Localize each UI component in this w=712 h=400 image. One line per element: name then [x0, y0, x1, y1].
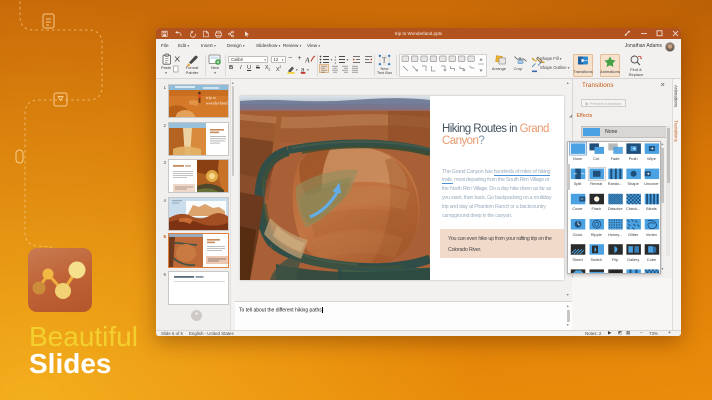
- svg-text:A: A: [305, 56, 310, 65]
- svg-text:T: T: [382, 57, 387, 65]
- svg-text:▾: ▾: [331, 58, 333, 62]
- svg-text:wonderland: wonderland: [206, 101, 228, 106]
- svg-text:trip to: trip to: [206, 95, 216, 100]
- svg-text:▾: ▾: [347, 58, 349, 62]
- svg-text:▾: ▾: [296, 68, 298, 72]
- svg-text:▾: ▾: [307, 68, 309, 72]
